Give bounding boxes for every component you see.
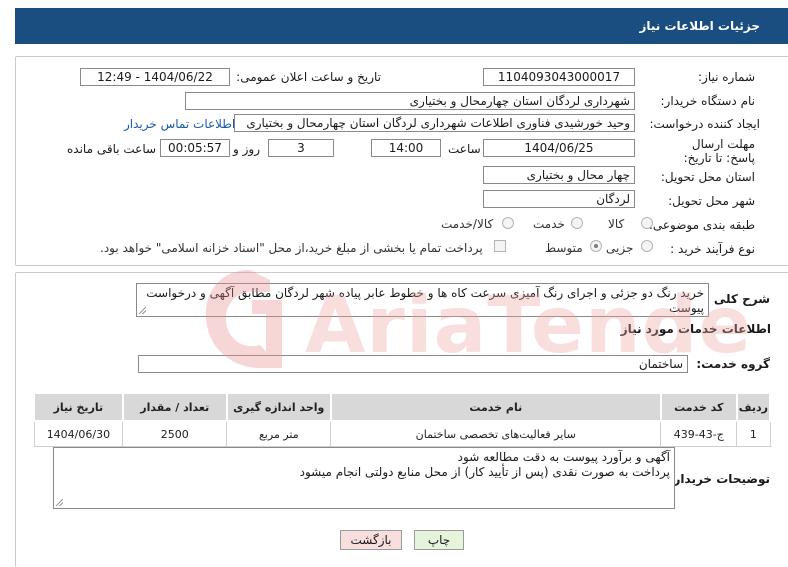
need-number-field[interactable]: 1104093043000017 xyxy=(483,68,635,86)
process-medium-radio[interactable] xyxy=(590,240,602,252)
deadline-date-field[interactable]: 1404/06/25 xyxy=(483,139,635,157)
service-group-label: گروه خدمت: xyxy=(696,357,770,371)
process-label: نوع فرآیند خرید : xyxy=(670,242,755,256)
resize-grip-icon[interactable] xyxy=(139,307,146,314)
category-goods-service-radio[interactable] xyxy=(502,217,514,229)
province-label: استان محل تحویل: xyxy=(660,170,755,184)
buyer-notes-line-1: آگهی و برآورد پیوست به دقت مطالعه شود xyxy=(457,450,670,464)
deadline-label: مهلت ارسال پاسخ: تا تاریخ: xyxy=(683,137,755,165)
back-button[interactable]: بازگشت xyxy=(340,530,402,550)
category-goods-service-label: کالا/خدمت xyxy=(441,217,494,231)
category-label: طبقه بندی موضوعی: xyxy=(648,218,755,232)
city-field[interactable]: لردگان xyxy=(483,190,635,208)
services-table: ردیف کد خدمت نام خدمت واحد اندازه گیری ت… xyxy=(33,392,772,447)
buyer-contact-link[interactable]: اطلاعات تماس خریدار xyxy=(124,117,235,131)
cell-unit: متر مربع xyxy=(226,420,332,447)
city-label: شهر محل تحویل: xyxy=(668,194,755,208)
resize-grip-icon[interactable] xyxy=(56,499,63,506)
col-unit: واحد اندازه گیری xyxy=(225,392,332,422)
buyer-notes-label: توضیحات خریدار: xyxy=(668,472,770,486)
cell-name: سایر فعالیت‌های تخصصی ساختمان xyxy=(330,420,662,447)
process-minor-label: جزیی xyxy=(606,241,634,255)
province-field[interactable]: چهار محال و بختیاری xyxy=(483,166,635,184)
cell-date: 1404/06/30 xyxy=(33,420,124,447)
need-number-label: شماره نیاز: xyxy=(698,70,755,84)
summary-textarea[interactable]: خرید رنگ دو جزئی و اجرای رنگ آمیزی سرعت … xyxy=(136,283,709,317)
cell-row: 1 xyxy=(736,420,771,447)
buyer-org-label: نام دستگاه خریدار: xyxy=(660,94,756,108)
category-goods-radio[interactable] xyxy=(641,217,653,229)
page-title: جزئیات اطلاعات نیاز xyxy=(639,19,760,33)
days-label: روز و xyxy=(233,142,260,156)
remaining-label: ساعت باقی مانده xyxy=(67,142,157,156)
requester-label: ایجاد کننده درخواست: xyxy=(649,117,760,131)
announce-datetime-label: تاریخ و ساعت اعلان عمومی: xyxy=(236,70,381,84)
col-name: نام خدمت xyxy=(329,392,662,422)
process-minor-radio[interactable] xyxy=(641,240,653,252)
service-group-field[interactable]: ساختمان xyxy=(138,355,688,373)
category-service-label: خدمت xyxy=(533,217,565,231)
table-row: 1 ج-43-439 سایر فعالیت‌های تخصصی ساختمان… xyxy=(33,420,771,447)
treasury-checkbox[interactable] xyxy=(494,240,506,252)
col-date: تاریخ نیاز xyxy=(33,392,124,422)
treasury-note: پرداخت تمام یا بخشی از مبلغ خرید،از محل … xyxy=(100,241,483,255)
buyer-notes-textarea[interactable]: آگهی و برآورد پیوست به دقت مطالعه شود پر… xyxy=(53,447,675,509)
process-medium-label: متوسط xyxy=(545,241,583,255)
col-code: کد خدمت xyxy=(659,392,738,422)
services-table-header: ردیف کد خدمت نام خدمت واحد اندازه گیری ت… xyxy=(33,392,772,422)
print-button[interactable]: چاپ xyxy=(414,530,464,550)
cell-code: ج-43-439 xyxy=(660,420,738,447)
page-header: جزئیات اطلاعات نیاز xyxy=(15,8,788,44)
deadline-time-label: ساعت xyxy=(448,142,481,156)
announce-datetime-field[interactable]: 1404/06/22 - 12:49 xyxy=(80,68,230,86)
category-goods-label: کالا xyxy=(608,217,625,231)
col-row: ردیف xyxy=(735,392,772,422)
category-service-radio[interactable] xyxy=(571,217,583,229)
buyer-notes-line-2: پرداخت به صورت نقدی (پس از تأیید کار) از… xyxy=(299,465,670,479)
deadline-time-field[interactable]: 14:00 xyxy=(371,139,441,157)
remaining-time-field[interactable]: 00:05:57 xyxy=(160,139,230,157)
col-qty: تعداد / مقدار xyxy=(121,392,228,422)
services-section-title: اطلاعات خدمات مورد نیاز xyxy=(620,322,771,336)
buyer-org-field[interactable]: شهرداری لردگان استان چهارمحال و بختیاری xyxy=(185,92,635,110)
deadline-days-field[interactable]: 3 xyxy=(268,139,334,157)
requester-field[interactable]: وحید خورشیدی فناوری اطلاعات شهرداری لردگ… xyxy=(234,114,635,132)
cell-qty: 2500 xyxy=(122,420,228,447)
